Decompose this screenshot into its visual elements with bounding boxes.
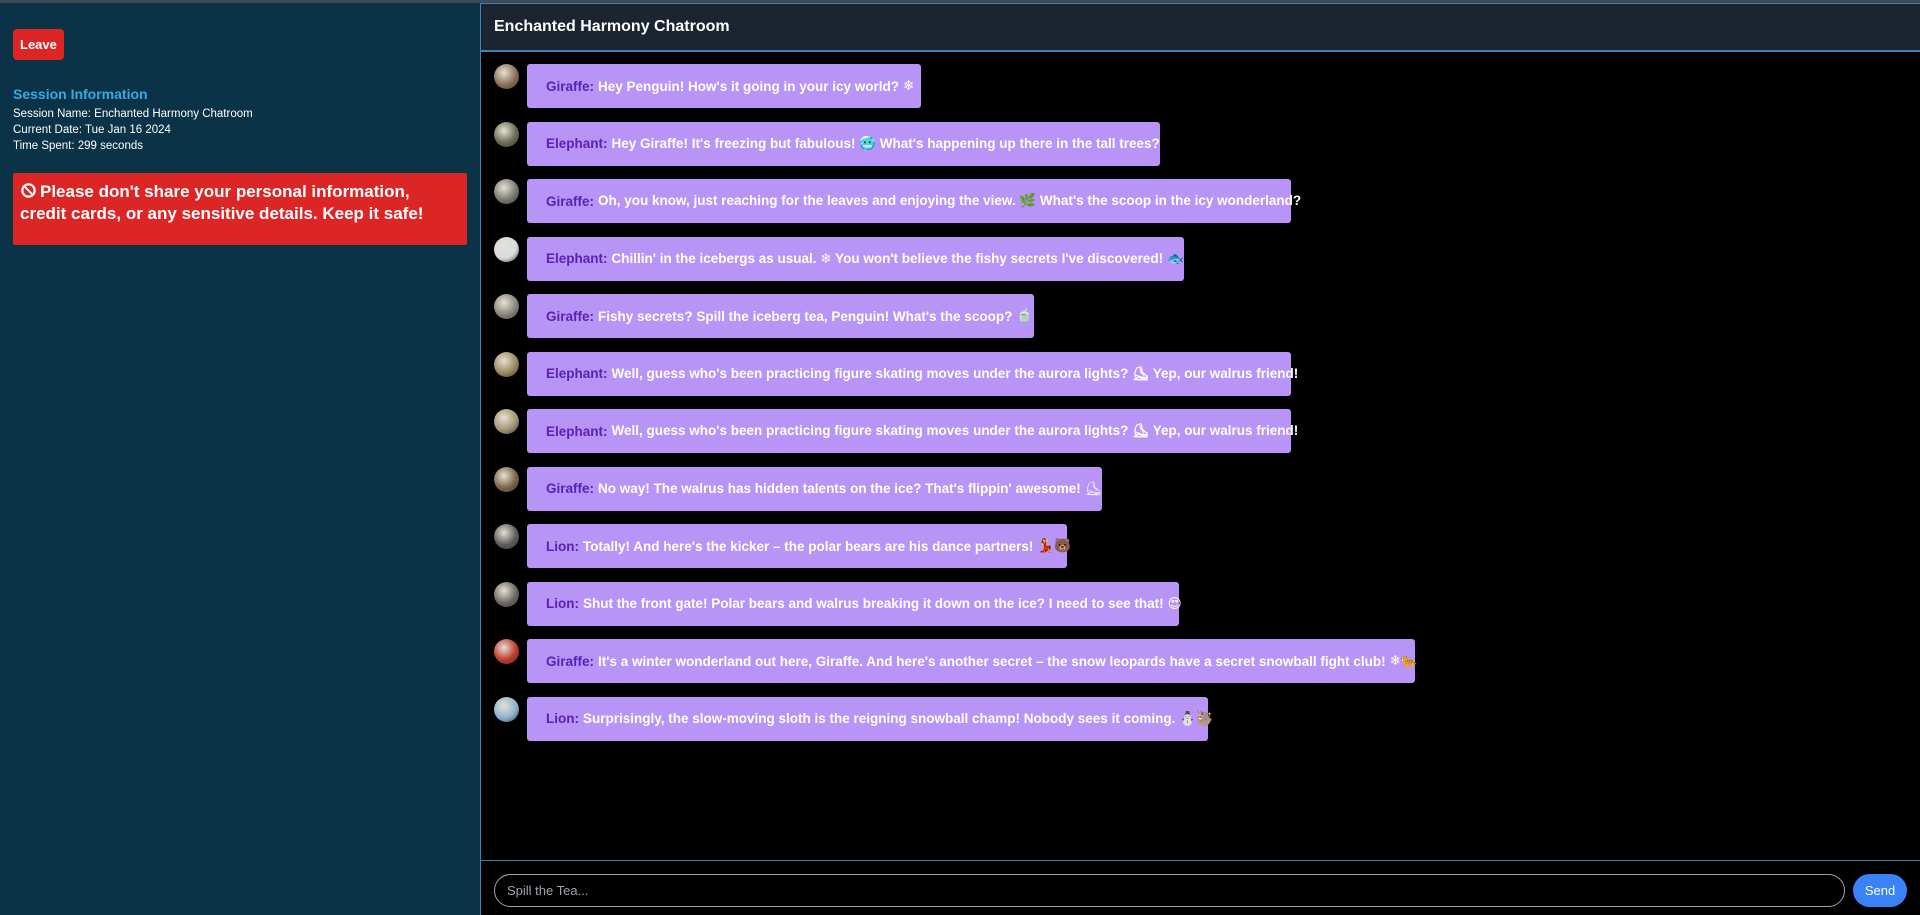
message-emoji: ⛄🦥	[1179, 710, 1213, 727]
message-row: Giraffe: No way! The walrus has hidden ta…	[481, 466, 1920, 511]
message-emoji: ❄🐆	[1389, 653, 1418, 669]
chatroom-title: Enchanted Harmony Chatroom	[494, 18, 730, 35]
avatar	[494, 64, 519, 89]
message-text: No way! The walrus has hidden talents on…	[598, 481, 1081, 496]
avatar	[494, 524, 519, 549]
message-bubble: Elephant: Chillin' in the icebergs as usu…	[527, 236, 1184, 281]
chat-header: Enchanted Harmony Chatroom	[481, 3, 1920, 52]
message-text: Oh, you know, just reaching for the leav…	[598, 193, 1302, 208]
message-row: Giraffe: Fishy secrets? Spill the iceberg…	[481, 294, 1920, 338]
message-bubble: Lion: Shut the front gate! Polar bears an…	[527, 581, 1182, 626]
avatar	[494, 236, 519, 262]
message-bubble: Elephant: Well, guess who's been practici…	[527, 409, 1298, 453]
message-bubble: Elephant: Well, guess who's been practici…	[527, 351, 1298, 396]
message-row: Giraffe: Oh, you know, just reaching for …	[481, 179, 1920, 223]
message-sender: Elephant:	[546, 366, 608, 381]
message-emoji: 🍵	[1016, 308, 1034, 324]
message-text: Hey Giraffe! It's freezing but fabulous!…	[611, 135, 1160, 151]
message-sender: Giraffe:	[546, 481, 595, 496]
sidebar: Leave Session Information Session Name: …	[0, 3, 480, 915]
message-emoji: 😍	[1167, 595, 1182, 612]
message-row: Elephant: Well, guess who's been practici…	[481, 409, 1920, 453]
composer: Send	[481, 860, 1920, 915]
message-sender: Giraffe:	[546, 78, 595, 94]
session-info-title: Session Information	[13, 86, 148, 102]
avatar	[494, 351, 519, 377]
session-name: Session Name: Enchanted Harmony Chatroom	[13, 108, 253, 120]
message-text: Well, guess who's been practicing figure…	[611, 423, 1299, 438]
message-bubble: Giraffe: Fishy secrets? Spill the iceberg…	[527, 294, 1034, 338]
message-sender: Giraffe:	[546, 193, 595, 209]
avatar	[494, 639, 519, 664]
message-bubble: Giraffe: It's a winter wonderland out her…	[527, 639, 1418, 683]
message-row: Giraffe: Hey Penguin! How's it going in y…	[481, 64, 1920, 108]
message-emoji: 🐟	[1167, 250, 1184, 267]
message-bubble: Lion: Surprisingly, the slow-moving sloth…	[527, 696, 1213, 741]
message-text: Fishy secrets? Spill the iceberg tea, Pe…	[598, 308, 1013, 324]
chat-panel: Enchanted Harmony Chatroom Giraffe: Hey P…	[480, 3, 1920, 915]
message-bubble: Giraffe: No way! The walrus has hidden ta…	[527, 466, 1102, 511]
message-bubble: Lion: Totally! And here's the kicker – th…	[527, 524, 1071, 568]
message-sender: Elephant:	[546, 423, 608, 439]
avatar	[494, 466, 519, 492]
message-sender: Lion:	[546, 596, 579, 611]
message-list: Giraffe: Hey Penguin! How's it going in y…	[481, 52, 1920, 741]
message-bubble: Giraffe: Oh, you know, just reaching for …	[527, 179, 1301, 223]
message-emoji: ❄	[903, 78, 915, 94]
message-sender: Lion:	[546, 711, 579, 726]
message-emoji: ⛸	[1084, 480, 1102, 497]
message-bubble: Elephant: Hey Giraffe! It's freezing but …	[527, 121, 1160, 166]
leave-button[interactable]: Leave	[13, 29, 64, 60]
message-row: Elephant: Hey Giraffe! It's freezing but …	[481, 121, 1920, 166]
message-text: Surprisingly, the slow-moving sloth is t…	[583, 711, 1176, 726]
avatar	[494, 696, 519, 722]
avatar	[494, 121, 519, 147]
message-row: Elephant: Chillin' in the icebergs as usu…	[481, 236, 1920, 281]
message-input[interactable]	[494, 874, 1845, 907]
message-row: Giraffe: It's a winter wonderland out her…	[481, 639, 1920, 683]
send-button[interactable]: Send	[1853, 874, 1907, 907]
message-sender: Lion:	[546, 538, 579, 554]
message-row: Lion: Surprisingly, the slow-moving sloth…	[481, 696, 1920, 741]
avatar	[494, 409, 519, 434]
message-row: Lion: Shut the front gate! Polar bears an…	[481, 581, 1920, 626]
message-text: Totally! And here's the kicker – the pol…	[583, 538, 1034, 554]
message-text: It's a winter wonderland out here, Giraf…	[598, 653, 1386, 669]
privacy-warning: Please don't share your personal informa…	[13, 173, 467, 245]
message-text: Hey Penguin! How's it going in your icy …	[598, 78, 899, 94]
message-row: Elephant: Well, guess who's been practici…	[481, 351, 1920, 396]
current-date: Current Date: Tue Jan 16 2024	[13, 124, 171, 136]
message-bubble: Giraffe: Hey Penguin! How's it going in y…	[527, 64, 921, 108]
app-root: Leave Session Information Session Name: …	[0, 0, 1920, 915]
message-emoji: 💃🐻	[1037, 538, 1071, 554]
session-info: Session Name: Enchanted Harmony Chatroom…	[13, 106, 467, 154]
prohibited-icon	[21, 183, 36, 198]
avatar	[494, 294, 519, 319]
message-text: Well, guess who's been practicing figure…	[611, 365, 1299, 381]
message-sender: Giraffe:	[546, 308, 595, 324]
time-spent: Time Spent: 299 seconds	[13, 140, 143, 152]
warning-text: Please don't share your personal informa…	[20, 182, 424, 223]
message-row: Lion: Totally! And here's the kicker – th…	[481, 524, 1920, 568]
message-sender: Elephant:	[546, 136, 608, 151]
message-sender: Giraffe:	[546, 653, 595, 669]
message-sender: Elephant:	[546, 251, 608, 266]
message-text: Chillin' in the icebergs as usual. ❄ You…	[611, 250, 1164, 266]
avatar	[494, 179, 519, 204]
message-text: Shut the front gate! Polar bears and wal…	[583, 596, 1164, 611]
avatar	[494, 581, 519, 607]
